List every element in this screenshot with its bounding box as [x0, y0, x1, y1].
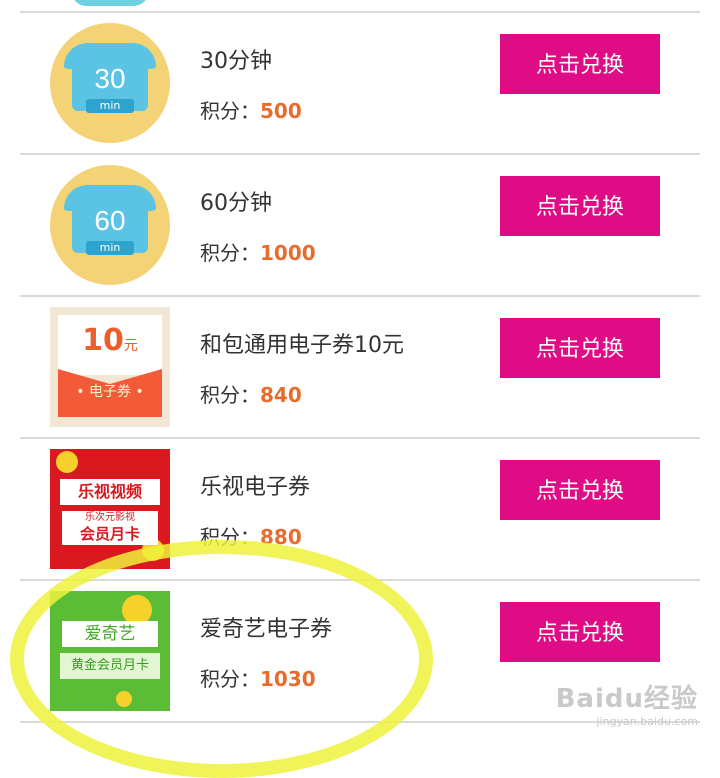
redeem-button[interactable]: 点击兑换 — [500, 602, 660, 662]
points-value: 1000 — [260, 241, 316, 265]
member-card: 黄金会员月卡 — [60, 653, 160, 679]
iqiyi-thumbnail: 爱奇艺 黄金会员月卡 — [50, 591, 170, 711]
item-points: 积分：1030 — [200, 663, 316, 692]
points-value: 840 — [260, 383, 302, 407]
points-value: 500 — [260, 99, 302, 123]
item-points: 积分：840 — [200, 379, 302, 408]
thumb-unit: min — [86, 99, 134, 113]
letv-thumbnail: 乐视视频 乐次元影视 会员月卡 — [50, 449, 170, 569]
item-name: 乐视电子券 — [200, 475, 311, 500]
item-name: 和包通用电子券10元 — [200, 333, 404, 358]
item-points: 积分：500 — [200, 95, 302, 124]
thumb-number: 60 — [94, 205, 126, 236]
redeem-button[interactable]: 点击兑换 — [500, 176, 660, 236]
decorative-dot — [116, 691, 132, 707]
list-item: 乐视视频 乐次元影视 会员月卡 乐视电子券 积分：880 点击兑换 — [0, 439, 720, 579]
points-label: 积分： — [200, 99, 260, 123]
voucher-thumbnail: 10元 • 电子券 • — [50, 307, 170, 427]
voucher-label: • 电子券 • — [76, 384, 144, 400]
points-value: 880 — [260, 525, 302, 549]
list-item: 30 min 30分钟 积分：500 点击兑换 — [0, 13, 720, 153]
previous-item-thumbnail-edge — [72, 0, 148, 6]
list-item: 爱奇艺 黄金会员月卡 爱奇艺电子券 积分：1030 点击兑换 — [0, 581, 720, 721]
thumb-unit: min — [86, 241, 134, 255]
thumb-number: 30 — [94, 63, 126, 94]
member-card: 乐次元影视 会员月卡 — [62, 511, 158, 545]
item-points: 积分：1000 — [200, 237, 316, 266]
item-name: 爱奇艺电子券 — [200, 617, 333, 642]
decorative-dot — [56, 451, 78, 473]
redeem-button[interactable]: 点击兑换 — [500, 460, 660, 520]
phone-minutes-thumbnail: 60 min — [50, 165, 170, 285]
voucher-amount: 10元 — [82, 323, 138, 358]
redeem-button[interactable]: 点击兑换 — [500, 318, 660, 378]
item-name: 60分钟 — [200, 191, 272, 216]
points-label: 积分： — [200, 667, 260, 691]
divider — [20, 721, 700, 723]
item-points: 积分：880 — [200, 521, 302, 550]
list-item: 60 min 60分钟 积分：1000 点击兑换 — [0, 155, 720, 295]
letv-logo: 乐视视频 — [60, 479, 160, 505]
points-value: 1030 — [260, 667, 316, 691]
item-name: 30分钟 — [200, 49, 272, 74]
phone-minutes-thumbnail: 30 min — [50, 23, 170, 143]
list-item: 10元 • 电子券 • 和包通用电子券10元 积分：840 点击兑换 — [0, 297, 720, 437]
redeem-button[interactable]: 点击兑换 — [500, 34, 660, 94]
points-label: 积分： — [200, 241, 260, 265]
points-label: 积分： — [200, 525, 260, 549]
iqiyi-logo: 爱奇艺 — [62, 621, 158, 647]
points-label: 积分： — [200, 383, 260, 407]
